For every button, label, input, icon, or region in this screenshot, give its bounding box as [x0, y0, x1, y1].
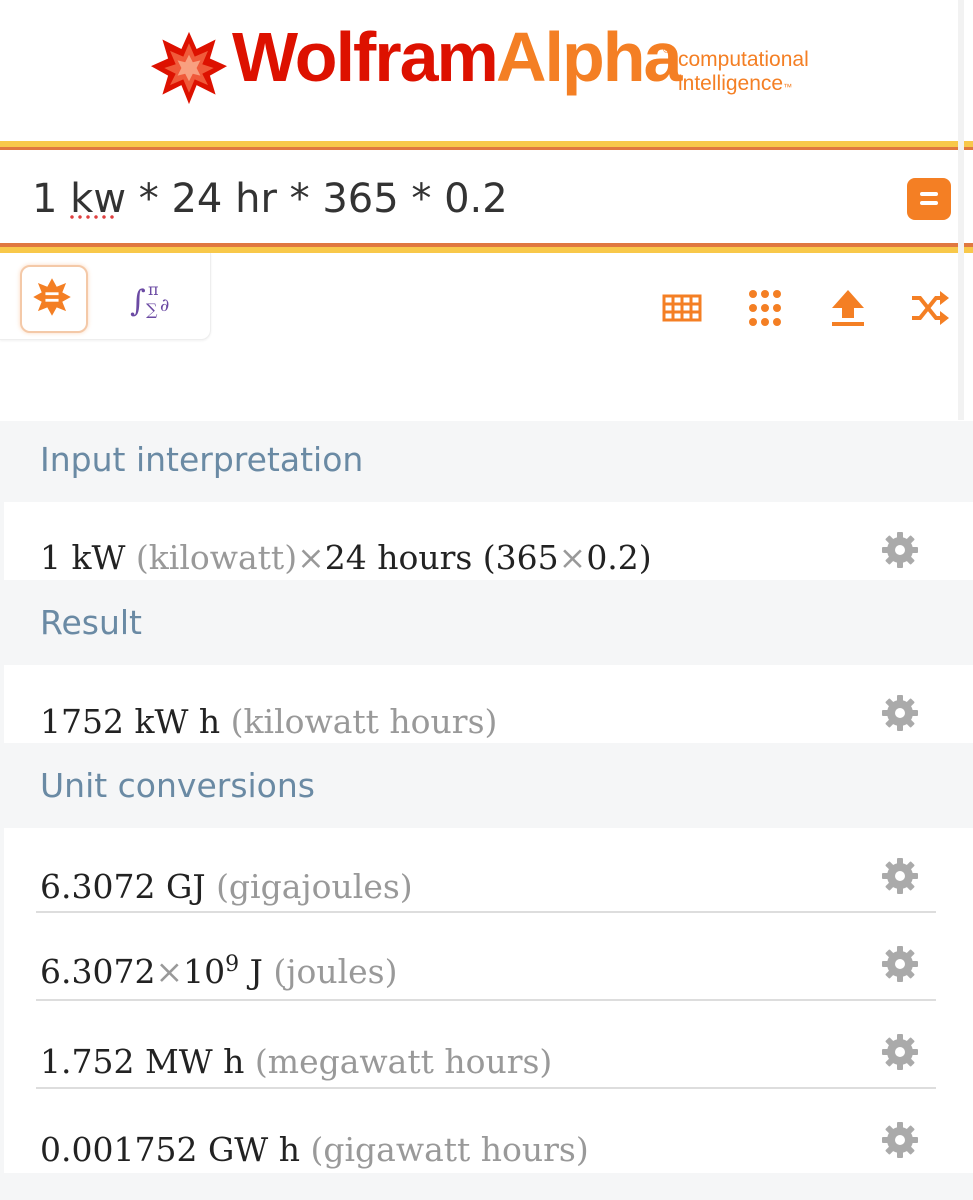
natural-language-mode-button[interactable] [20, 265, 88, 333]
conversion-value: 0.001752 GW h [40, 1130, 300, 1169]
conversion-row: 0.001752 GW h (gigawatt hours) [40, 1130, 589, 1169]
times-sign: × [558, 538, 587, 577]
input-quantity: 1 kW [40, 538, 126, 577]
math-input-mode-icon[interactable]: ∫ π ∑ ∂ [128, 277, 176, 321]
pod-title-result: Result [40, 603, 142, 642]
spellcheck-underline [68, 215, 114, 219]
logo-wordmark-alpha: Alpha [496, 18, 682, 96]
pod-title-unit-conversions: Unit conversions [40, 766, 315, 805]
input-interpretation-text: 1 kW (kilowatt)×24 hours (365×0.2) [40, 538, 652, 577]
input-unit-name: (kilowatt) [135, 538, 298, 577]
equals-icon-bar [920, 192, 938, 196]
result-text: 1752 kW h (kilowatt hours) [40, 702, 497, 741]
pod-title-input-interpretation: Input interpretation [40, 440, 364, 479]
conversion-unit-name: (megawatt hours) [254, 1042, 553, 1081]
conversion-mantissa: 6.3072 [40, 952, 156, 991]
input-factor: 0.2) [586, 538, 652, 577]
tagline-line-2: intelligence™ [678, 72, 793, 95]
extended-keyboard-icon[interactable] [745, 288, 785, 328]
gear-icon[interactable] [880, 944, 920, 984]
conversion-value: 1.752 MW h [40, 1042, 245, 1081]
conversion-value: 6.3072 GJ [40, 867, 206, 906]
conversion-symbol: J [249, 952, 263, 991]
gear-icon[interactable] [880, 1032, 920, 1072]
input-duration: 24 hours (365 [324, 538, 559, 577]
logo-wordmark-wolfram: Wolfram [232, 18, 499, 96]
gear-icon[interactable] [880, 856, 920, 896]
logo-tagline: computational intelligence™ [678, 48, 809, 99]
conversion-unit-name: (gigajoules) [216, 867, 413, 906]
conversion-unit-name: (joules) [273, 952, 398, 991]
scrollbar[interactable] [958, 0, 964, 420]
svg-text:∂: ∂ [160, 295, 169, 316]
svg-text:∑: ∑ [146, 300, 158, 319]
conversion-row: 6.3072 GJ (gigajoules) [40, 867, 413, 906]
result-unit-name: (kilowatt hours) [230, 702, 498, 741]
conversion-unit-name: (gigawatt hours) [310, 1130, 589, 1169]
conversion-base: 10 [183, 952, 226, 991]
equals-icon-bar [920, 201, 938, 205]
times-sign: × [297, 538, 325, 577]
spikey-logo-icon[interactable] [150, 30, 228, 106]
conversion-exponent: 9 [225, 952, 240, 977]
times-sign: × [155, 952, 184, 991]
natural-language-icon [33, 278, 71, 316]
conversion-row: 6.3072×109 J (joules) [40, 952, 397, 991]
gear-icon[interactable] [880, 1120, 920, 1160]
svg-text:π: π [148, 280, 159, 299]
gear-icon[interactable] [880, 530, 920, 570]
svg-text:∫: ∫ [130, 284, 146, 319]
compute-button[interactable] [907, 178, 951, 220]
row-divider [36, 999, 936, 1001]
row-divider [36, 1087, 936, 1089]
result-value: 1752 kW h [40, 702, 221, 741]
conversion-row: 1.752 MW h (megawatt hours) [40, 1042, 552, 1081]
random-example-icon[interactable] [910, 288, 950, 328]
tagline-line-1: computational [678, 48, 809, 71]
table-grid-icon[interactable] [662, 288, 702, 328]
upload-icon[interactable] [828, 288, 868, 328]
gear-icon[interactable] [880, 693, 920, 733]
row-divider [36, 911, 936, 913]
registered-mark: ® [663, 44, 672, 56]
